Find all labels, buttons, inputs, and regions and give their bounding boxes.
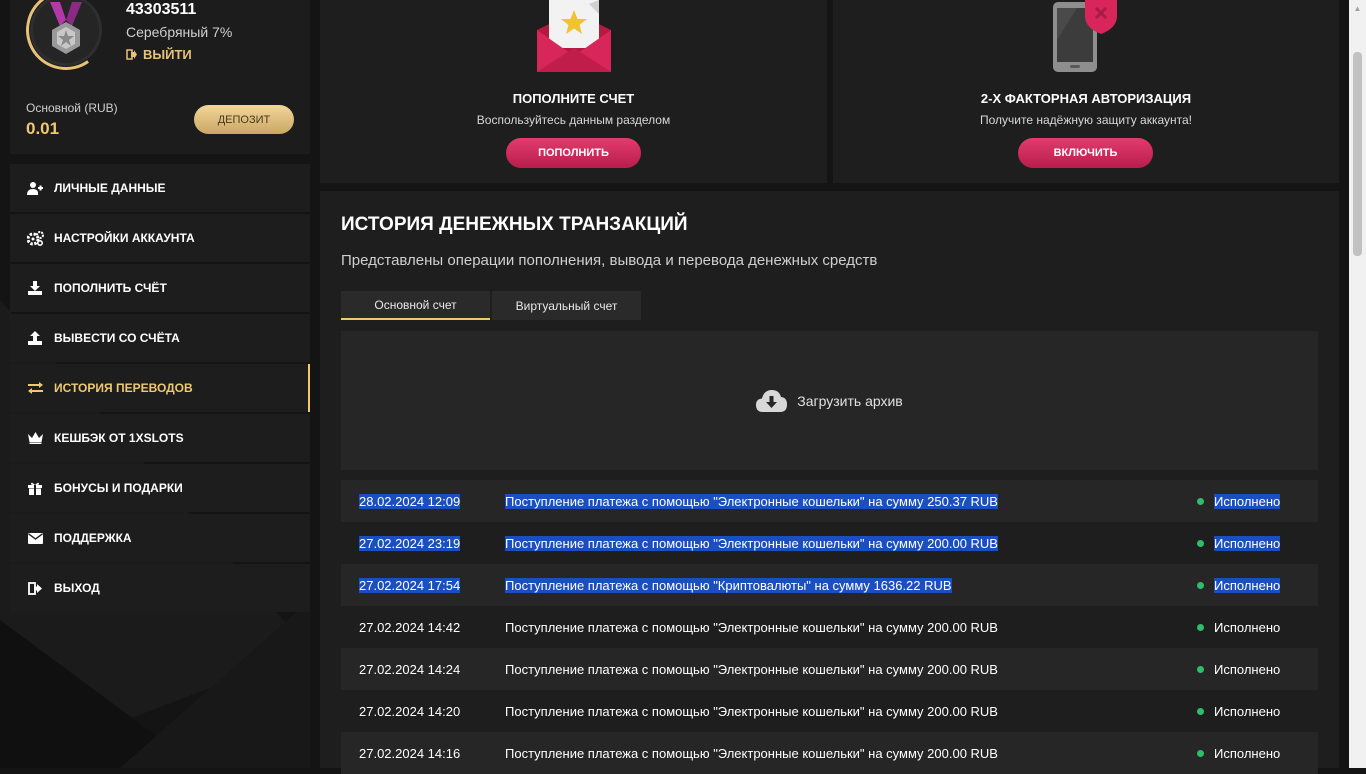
sidebar-item-withdraw[interactable]: ВЫВЕСТИ СО СЧЁТА xyxy=(10,314,310,362)
sidebar-item-label: НАСТРОЙКИ АККАУНТА xyxy=(54,231,195,245)
page-subtitle: Представлены операции пополнения, вывода… xyxy=(341,252,878,269)
sidebar-item-bonuses[interactable]: БОНУСЫ И ПОДАРКИ xyxy=(10,464,310,512)
sidebar-item-deposit[interactable]: ПОПОЛНИТЬ СЧЁТ xyxy=(10,264,310,312)
transaction-history-panel: ИСТОРИЯ ДЕНЕЖНЫХ ТРАНЗАКЦИЙ Представлены… xyxy=(320,191,1339,774)
transaction-date: 27.02.2024 14:42 xyxy=(359,619,461,635)
table-row: 27.02.2024 17:54 Поступление платежа с п… xyxy=(341,564,1318,606)
silver-medal-icon xyxy=(50,2,82,54)
user-edit-icon xyxy=(26,179,44,197)
tab-main-account[interactable]: Основной счет xyxy=(341,291,490,320)
gift-icon xyxy=(26,479,44,497)
user-id: 43303511 xyxy=(126,1,197,18)
deposit-promo-card: ПОПОЛНИТЕ СЧЕТ Воспользуйтесь данным раз… xyxy=(320,0,827,183)
sidebar-item-transfer-history[interactable]: ИСТОРИЯ ПЕРЕВОДОВ xyxy=(10,364,310,412)
transaction-description: Поступление платежа с помощью "Электронн… xyxy=(505,493,998,509)
topup-button[interactable]: ПОПОЛНИТЬ xyxy=(506,138,641,168)
account-tabs: Основной счет Виртуальный счет xyxy=(341,291,641,320)
card-title: 2-Х ФАКТОРНАЯ АВТОРИЗАЦИЯ xyxy=(980,91,1192,106)
table-row: 27.02.2024 14:20 Поступление платежа с п… xyxy=(341,690,1318,732)
status-dot xyxy=(1197,539,1204,547)
status-dot xyxy=(1197,581,1204,589)
sidebar-menu: ЛИЧНЫЕ ДАННЫЕ НАСТРОЙКИ АККАУНТА ПОПОЛНИ… xyxy=(10,164,310,614)
sidebar-item-label: ВЫХОД xyxy=(54,581,100,595)
transaction-description: Поступление платежа с помощью "Электронн… xyxy=(505,745,998,761)
sidebar-item-label: БОНУСЫ И ПОДАРКИ xyxy=(54,481,183,495)
transaction-status: Исполнено xyxy=(1214,661,1281,677)
sidebar-item-cashback[interactable]: КЕШБЭК ОТ 1XSLOTS xyxy=(10,414,310,462)
envelope-star-icon xyxy=(537,0,611,72)
phone-shield-icon xyxy=(1053,0,1117,72)
tab-virtual-account[interactable]: Виртуальный счет xyxy=(492,291,641,320)
sidebar-item-support[interactable]: ПОДДЕРЖКА xyxy=(10,514,310,562)
sidebar-item-label: КЕШБЭК ОТ 1XSLOTS xyxy=(54,431,184,445)
transaction-status: Исполнено xyxy=(1214,493,1281,509)
transaction-status: Исполнено xyxy=(1214,703,1281,719)
sidebar-item-label: ПОПОЛНИТЬ СЧЁТ xyxy=(54,281,167,295)
logout-link[interactable]: ВЫЙТИ xyxy=(126,47,192,62)
page-scrollbar[interactable]: ▲ xyxy=(1349,0,1366,768)
status-dot xyxy=(1197,623,1204,631)
transaction-date: 28.02.2024 12:09 xyxy=(359,493,461,509)
transaction-date: 27.02.2024 14:20 xyxy=(359,703,461,719)
transaction-status: Исполнено xyxy=(1214,745,1281,761)
transaction-date: 27.02.2024 14:24 xyxy=(359,661,461,677)
transaction-description: Поступление платежа с помощью "Электронн… xyxy=(505,619,998,635)
archive-label: Загрузить архив xyxy=(797,392,903,409)
transaction-status: Исполнено xyxy=(1214,577,1281,593)
scroll-up-arrow-icon[interactable]: ▲ xyxy=(1349,0,1366,17)
status-dot xyxy=(1197,665,1204,673)
card-subtitle: Воспользуйтесь данным разделом xyxy=(476,113,671,127)
transaction-date: 27.02.2024 17:54 xyxy=(359,577,461,593)
transaction-description: Поступление платежа с помощью "Электронн… xyxy=(505,703,998,719)
transaction-description: Поступление платежа с помощью "Электронн… xyxy=(505,661,998,677)
table-row: 27.02.2024 14:42 Поступление платежа с п… xyxy=(341,606,1318,648)
balance-label: Основной (RUB) xyxy=(26,101,118,115)
sidebar-item-account-settings[interactable]: НАСТРОЙКИ АККАУНТА xyxy=(10,214,310,262)
card-title: ПОПОЛНИТЕ СЧЕТ xyxy=(512,91,635,106)
download-archive-button[interactable]: Загрузить архив xyxy=(341,331,1318,470)
page-title: ИСТОРИЯ ДЕНЕЖНЫХ ТРАНЗАКЦИЙ xyxy=(341,214,688,235)
transactions-table: 28.02.2024 12:09 Поступление платежа с п… xyxy=(341,480,1318,774)
sidebar-item-label: ВЫВЕСТИ СО СЧЁТА xyxy=(54,331,180,345)
status-dot xyxy=(1197,749,1204,757)
enable-2fa-button[interactable]: ВКЛЮЧИТЬ xyxy=(1018,138,1153,168)
sidebar-item-label: ЛИЧНЫЕ ДАННЫЕ xyxy=(54,181,166,195)
transfer-arrows-icon xyxy=(26,379,44,397)
transaction-date: 27.02.2024 23:19 xyxy=(359,535,461,551)
twofa-promo-card: 2-Х ФАКТОРНАЯ АВТОРИЗАЦИЯ Получите надёж… xyxy=(833,0,1339,183)
upload-icon xyxy=(26,329,44,347)
exit-icon xyxy=(126,49,137,60)
scroll-thumb[interactable] xyxy=(1353,52,1362,256)
transaction-status: Исполнено xyxy=(1214,619,1281,635)
card-subtitle: Получите надёжную защиту аккаунта! xyxy=(979,113,1192,127)
sidebar-item-label: ИСТОРИЯ ПЕРЕВОДОВ xyxy=(54,381,193,395)
cloud-download-icon xyxy=(756,389,788,412)
sidebar-item-personal-data[interactable]: ЛИЧНЫЕ ДАННЫЕ xyxy=(10,164,310,212)
deposit-button[interactable]: ДЕПОЗИТ xyxy=(194,105,294,134)
transaction-status: Исполнено xyxy=(1214,535,1281,551)
logout-label: ВЫЙТИ xyxy=(143,47,192,62)
table-row: 27.02.2024 14:24 Поступление платежа с п… xyxy=(341,648,1318,690)
transaction-description: Поступление платежа с помощью "Криптовал… xyxy=(505,577,952,593)
envelope-icon xyxy=(26,529,44,547)
transaction-date: 27.02.2024 14:16 xyxy=(359,745,461,761)
table-row: 27.02.2024 23:19 Поступление платежа с п… xyxy=(341,522,1318,564)
exit-icon xyxy=(26,579,44,597)
profile-panel: 43303511 Серебряный 7% ВЫЙТИ Основной (R… xyxy=(10,0,310,154)
download-icon xyxy=(26,279,44,297)
user-level: Серебряный 7% xyxy=(126,24,233,40)
sidebar-item-exit[interactable]: ВЫХОД xyxy=(10,564,310,612)
balance-value: 0.01 xyxy=(26,119,60,138)
sidebar-item-label: ПОДДЕРЖКА xyxy=(54,531,132,545)
status-dot xyxy=(1197,707,1204,715)
table-row: 28.02.2024 12:09 Поступление платежа с п… xyxy=(341,480,1318,522)
avatar xyxy=(19,0,113,77)
status-dot xyxy=(1197,497,1204,505)
gears-icon xyxy=(26,229,44,247)
crown-icon xyxy=(26,429,44,447)
transaction-description: Поступление платежа с помощью "Электронн… xyxy=(505,535,998,551)
